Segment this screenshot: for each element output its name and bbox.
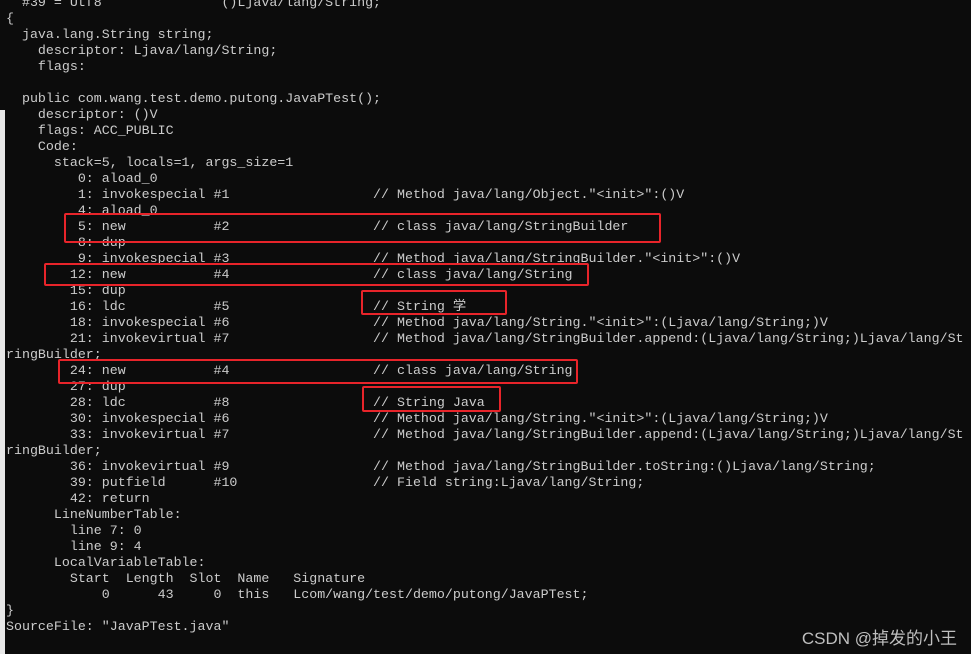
terminal-line: descriptor: Ljava/lang/String; bbox=[6, 43, 278, 58]
terminal-line: LocalVariableTable: bbox=[6, 555, 206, 570]
terminal-line: { bbox=[6, 11, 14, 26]
terminal-line: Start Length Slot Name Signature bbox=[6, 571, 366, 586]
terminal-line: flags: bbox=[6, 59, 86, 74]
terminal-line: Code: bbox=[6, 139, 78, 154]
terminal-line: #39 = Utf8 ()Ljava/lang/String; bbox=[6, 0, 382, 10]
terminal-line: 42: return bbox=[6, 491, 150, 506]
terminal-line: 36: invokevirtual #9 // Method java/lang… bbox=[6, 459, 876, 474]
terminal-line: line 9: 4 bbox=[6, 539, 142, 554]
terminal-line: 39: putfield #10 // Field string:Ljava/l… bbox=[6, 475, 645, 490]
terminal-line: 18: invokespecial #6 // Method java/lang… bbox=[6, 315, 828, 330]
highlight-box-new-string-1 bbox=[44, 263, 589, 286]
terminal-line: 21: invokevirtual #7 // Method java/lang… bbox=[6, 331, 964, 346]
terminal-line: 33: invokevirtual #7 // Method java/lang… bbox=[6, 427, 964, 442]
terminal-line: 30: invokespecial #6 // Method java/lang… bbox=[6, 411, 828, 426]
terminal-line: flags: ACC_PUBLIC bbox=[6, 123, 174, 138]
terminal-line: } bbox=[6, 603, 14, 618]
highlight-box-ldc-java bbox=[362, 386, 501, 412]
terminal-line: 0 43 0 this Lcom/wang/test/demo/putong/J… bbox=[6, 587, 589, 602]
highlight-box-ldc-xue bbox=[361, 290, 507, 315]
window-edge bbox=[0, 110, 5, 654]
terminal-line: public com.wang.test.demo.putong.JavaPTe… bbox=[6, 91, 382, 106]
terminal-line: ringBuilder; bbox=[6, 443, 102, 458]
highlight-box-new-stringbuilder bbox=[64, 213, 661, 243]
highlight-box-new-string-2 bbox=[58, 359, 578, 384]
terminal-line: line 7: 0 bbox=[6, 523, 142, 538]
terminal-line: stack=5, locals=1, args_size=1 bbox=[6, 155, 294, 170]
terminal-line: LineNumberTable: bbox=[6, 507, 182, 522]
terminal-line: descriptor: ()V bbox=[6, 107, 158, 122]
terminal-line: 0: aload_0 bbox=[6, 171, 158, 186]
terminal-output: #39 = Utf8 ()Ljava/lang/String;{ java.la… bbox=[6, 0, 964, 635]
terminal-line: java.lang.String string; bbox=[6, 27, 214, 42]
watermark: CSDN @掉发的小王 bbox=[801, 629, 957, 648]
terminal-line: 1: invokespecial #1 // Method java/lang/… bbox=[6, 187, 685, 202]
